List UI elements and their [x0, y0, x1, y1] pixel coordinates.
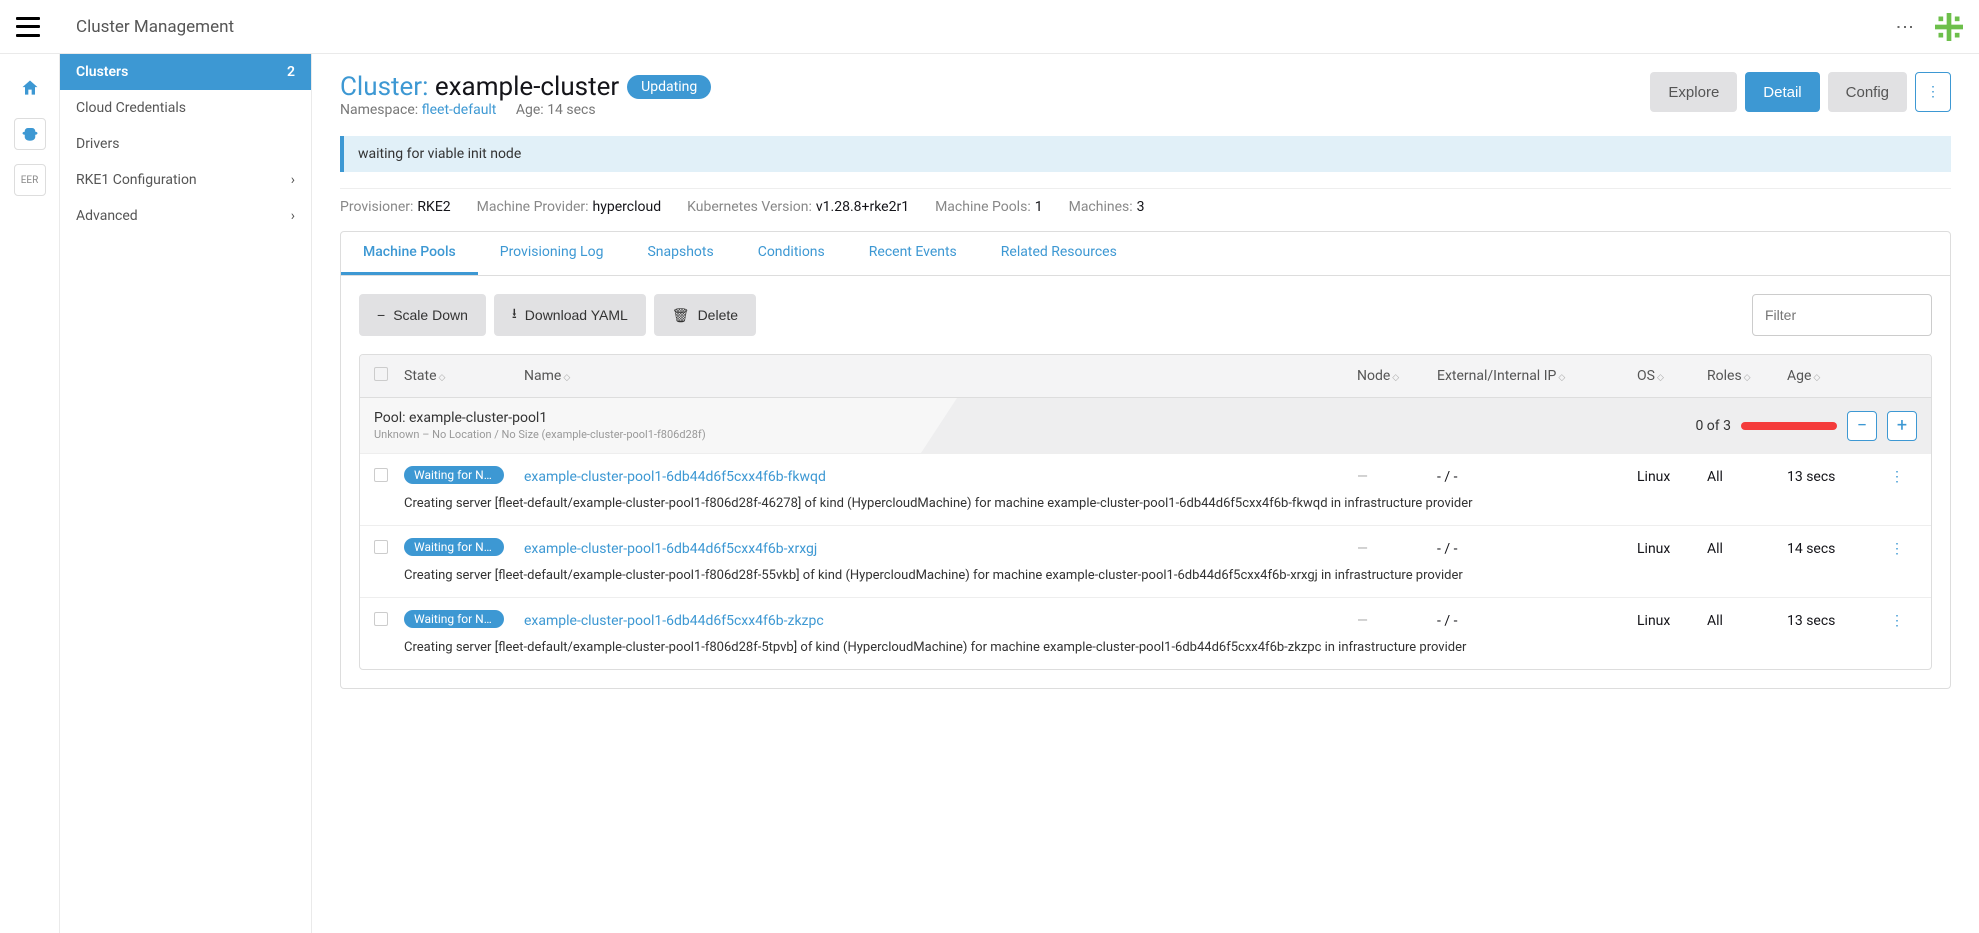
tab-related-resources[interactable]: Related Resources [979, 232, 1139, 275]
tabs: Machine PoolsProvisioning LogSnapshotsCo… [340, 231, 1951, 276]
config-button[interactable]: Config [1828, 72, 1907, 112]
col-age[interactable]: Age◇ [1787, 368, 1877, 384]
minus-icon: − [377, 307, 385, 323]
top-bar: Cluster Management ⋮ [0, 0, 1979, 54]
cluster-subinfo: Namespace: fleet-default Age: 14 secs [340, 102, 711, 118]
table-row: Waiting for No… example-cluster-pool1-6d… [360, 453, 1931, 525]
node-value: — [1357, 541, 1368, 557]
namespace-link[interactable]: fleet-default [422, 102, 497, 118]
pool-count: 0 of 3 [1695, 418, 1731, 434]
roles-value: All [1707, 541, 1787, 557]
delete-button[interactable]: 🗑Delete [654, 294, 756, 336]
download-icon: ⭳ [512, 303, 517, 327]
filter-input[interactable] [1752, 294, 1932, 336]
age-value: 14 secs [1787, 541, 1877, 557]
row-checkbox[interactable] [374, 468, 388, 482]
os-value: Linux [1637, 469, 1707, 485]
row-message: Creating server [fleet-default/example-c… [374, 632, 1917, 665]
state-badge: Waiting for No… [404, 466, 504, 484]
ip-value: - / - [1437, 613, 1637, 629]
trash-icon: 🗑 [672, 307, 690, 324]
os-value: Linux [1637, 541, 1707, 557]
row-menu-icon[interactable]: ⋮ [1890, 613, 1904, 629]
node-value: — [1357, 613, 1368, 629]
row-menu-icon[interactable]: ⋮ [1890, 469, 1904, 485]
col-state[interactable]: State◇ [404, 368, 524, 384]
tab-machine-pools[interactable]: Machine Pools [341, 232, 478, 275]
row-menu-icon[interactable]: ⋮ [1890, 541, 1904, 557]
state-badge: Waiting for No… [404, 610, 504, 628]
sidebar-item-cloud-credentials[interactable]: Cloud Credentials [60, 90, 311, 126]
cluster-menu-icon[interactable]: ⋮ [1915, 72, 1951, 112]
machine-name-link[interactable]: example-cluster-pool1-6db44d6f5cxx4f6b-f… [524, 469, 826, 485]
pool-header: Pool: example-cluster-pool1 Unknown – No… [360, 398, 1931, 453]
home-icon[interactable] [14, 72, 46, 104]
cluster-title: Cluster: example-cluster Updating [340, 72, 711, 102]
row-message: Creating server [fleet-default/example-c… [374, 488, 1917, 521]
main-content: Cluster: example-cluster Updating Namesp… [312, 54, 1979, 933]
row-checkbox[interactable] [374, 612, 388, 626]
ip-value: - / - [1437, 541, 1637, 557]
tab-conditions[interactable]: Conditions [736, 232, 847, 275]
info-banner: waiting for viable init node [340, 136, 1951, 172]
table-row: Waiting for No… example-cluster-pool1-6d… [360, 525, 1931, 597]
chevron-right-icon: › [291, 208, 295, 224]
col-os[interactable]: OS◇ [1637, 368, 1707, 384]
pool-name: Pool: example-cluster-pool1 [374, 410, 706, 426]
chevron-right-icon: › [291, 172, 295, 188]
pool-sub: Unknown – No Location / No Size (example… [374, 428, 706, 441]
machines-table: State◇ Name◇ Node◇ External/Internal IP◇… [359, 354, 1932, 670]
status-badge: Updating [627, 75, 711, 99]
sidebar-item-drivers[interactable]: Drivers [60, 126, 311, 162]
tab-snapshots[interactable]: Snapshots [625, 232, 735, 275]
machine-name-link[interactable]: example-cluster-pool1-6db44d6f5cxx4f6b-z… [524, 613, 824, 629]
eer-item[interactable]: EER [14, 164, 46, 196]
col-node[interactable]: Node◇ [1357, 368, 1437, 384]
scale-down-button[interactable]: −Scale Down [359, 294, 486, 336]
meta-row: Provisioner:RKE2 Machine Provider:hyperc… [340, 188, 1951, 231]
pool-progress-bar [1741, 422, 1837, 430]
sidebar-item-label: RKE1 Configuration [76, 172, 197, 188]
sidebar-item-label: Drivers [76, 136, 119, 152]
select-all-checkbox[interactable] [374, 367, 388, 381]
tab-provisioning-log[interactable]: Provisioning Log [478, 232, 626, 275]
sidebar: Clusters 2 Cloud Credentials Drivers RKE1 Co… [60, 54, 312, 933]
download-yaml-button[interactable]: ⭳Download YAML [494, 294, 646, 336]
sidebar-item-clusters[interactable]: Clusters 2 [60, 54, 311, 90]
header-menu-icon[interactable]: ⋮ [1894, 18, 1915, 36]
sidebar-item-label: Cloud Credentials [76, 100, 186, 116]
os-value: Linux [1637, 613, 1707, 629]
cow-icon[interactable] [14, 118, 46, 150]
table-row: Waiting for No… example-cluster-pool1-6d… [360, 597, 1931, 669]
state-badge: Waiting for No… [404, 538, 504, 556]
roles-value: All [1707, 469, 1787, 485]
col-ip[interactable]: External/Internal IP◇ [1437, 368, 1637, 384]
sidebar-item-advanced[interactable]: Advanced › [60, 198, 311, 234]
panel: −Scale Down ⭳Download YAML 🗑Delete State… [340, 276, 1951, 689]
roles-value: All [1707, 613, 1787, 629]
row-message: Creating server [fleet-default/example-c… [374, 560, 1917, 593]
table-header: State◇ Name◇ Node◇ External/Internal IP◇… [360, 355, 1931, 398]
hamburger-icon[interactable] [16, 17, 40, 37]
machine-name-link[interactable]: example-cluster-pool1-6db44d6f5cxx4f6b-x… [524, 541, 817, 557]
icon-rail: EER [0, 54, 60, 933]
col-roles[interactable]: Roles◇ [1707, 368, 1787, 384]
age-value: 13 secs [1787, 613, 1877, 629]
sidebar-item-label: Advanced [76, 208, 138, 224]
sidebar-item-rke1-configuration[interactable]: RKE1 Configuration › [60, 162, 311, 198]
pool-scale-down-button[interactable]: − [1847, 411, 1877, 441]
detail-button[interactable]: Detail [1745, 72, 1819, 112]
row-checkbox[interactable] [374, 540, 388, 554]
col-name[interactable]: Name◇ [524, 368, 1357, 384]
sidebar-item-label: Clusters [76, 64, 128, 80]
logo-icon [1935, 13, 1963, 41]
tab-recent-events[interactable]: Recent Events [847, 232, 979, 275]
pool-scale-up-button[interactable]: + [1887, 411, 1917, 441]
explore-button[interactable]: Explore [1650, 72, 1737, 112]
sidebar-item-count: 2 [287, 64, 295, 80]
age-value: 13 secs [1787, 469, 1877, 485]
page-title: Cluster Management [76, 17, 234, 37]
ip-value: - / - [1437, 469, 1637, 485]
node-value: — [1357, 469, 1368, 485]
